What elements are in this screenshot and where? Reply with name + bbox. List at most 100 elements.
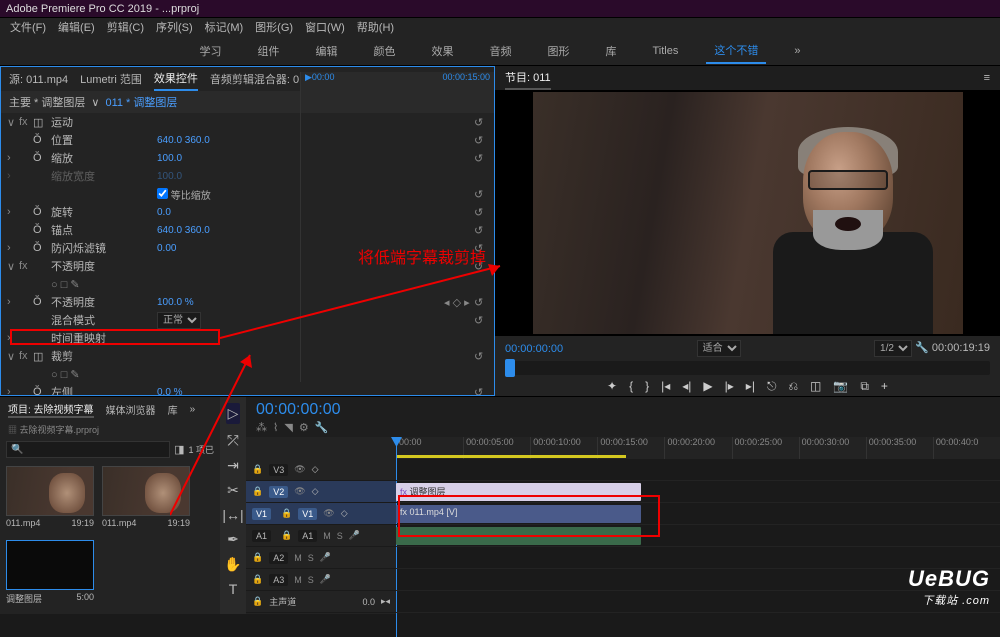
effect-mini-timeline[interactable]: ▶00:0000:00:15:00 xyxy=(300,72,494,382)
sequence-clip-label[interactable]: 011 * 调整图层 xyxy=(105,94,177,110)
tab-program[interactable]: 节目: 011 xyxy=(505,66,551,90)
prop-scale[interactable]: 缩放 xyxy=(47,150,157,166)
ws-audio[interactable]: 音频 xyxy=(482,39,520,63)
prop-crop-left[interactable]: 左侧 xyxy=(47,384,157,395)
track-master[interactable]: 主声道 xyxy=(269,595,296,608)
prop-motion[interactable]: 运动 xyxy=(47,114,157,130)
menu-mark[interactable]: 标记(M) xyxy=(199,19,250,35)
type-tool-icon[interactable]: T xyxy=(229,581,238,597)
track-a2[interactable]: A2 xyxy=(269,552,288,564)
ws-titles[interactable]: Titles xyxy=(645,41,687,61)
blend-mode-select[interactable]: 正常 xyxy=(157,312,201,329)
bin-item[interactable]: 调整图层5:00 xyxy=(6,540,94,609)
voice-icon[interactable]: 🎤 xyxy=(349,530,360,541)
eye-icon[interactable]: 👁 xyxy=(323,508,334,519)
mute-icon[interactable]: M xyxy=(323,531,331,541)
timeline-ruler[interactable]: 00:0000:00:05:0000:00:10:0000:00:15:0000… xyxy=(396,437,1000,459)
source-a1[interactable]: A1 xyxy=(252,530,271,542)
settings-icon[interactable]: 🔧 xyxy=(915,342,929,354)
mute-icon[interactable]: M xyxy=(294,553,302,563)
marker-icon[interactable]: ◥ xyxy=(284,421,292,434)
lock-icon[interactable]: 🔒 xyxy=(252,552,263,563)
razor-tool-icon[interactable]: ✂ xyxy=(227,482,239,499)
settings-icon[interactable]: ⚙ xyxy=(299,421,309,434)
ws-color[interactable]: 颜色 xyxy=(366,39,404,63)
clip-adjustment-layer[interactable]: fx 调整图层 xyxy=(396,483,641,501)
go-in-icon[interactable]: |◂ xyxy=(661,379,670,394)
reset-icon[interactable]: ↺ xyxy=(474,386,488,396)
compare-icon[interactable]: ⧉ xyxy=(860,379,869,394)
lift-icon[interactable]: ⎋ xyxy=(767,379,777,394)
tab-audio-mixer[interactable]: 音频剪辑混合器: 011 xyxy=(210,68,311,90)
step-fwd-icon[interactable]: |▸ xyxy=(725,379,734,394)
meter-icon[interactable]: ▸◂ xyxy=(381,596,390,607)
menu-graphics[interactable]: 图形(G) xyxy=(249,19,299,35)
ws-editing[interactable]: 编辑 xyxy=(308,39,346,63)
menu-help[interactable]: 帮助(H) xyxy=(351,19,400,35)
prop-position[interactable]: 位置 xyxy=(47,132,157,148)
prop-flicker[interactable]: 防闪烁滤镜 xyxy=(47,240,157,256)
prop-crop-group[interactable]: 裁剪 xyxy=(47,348,157,364)
step-back-icon[interactable]: ◂| xyxy=(682,379,691,394)
eye-icon[interactable]: 👁 xyxy=(294,464,305,475)
prop-opacity[interactable]: 不透明度 xyxy=(47,294,157,310)
menu-sequence[interactable]: 序列(S) xyxy=(150,19,199,35)
prop-rotation[interactable]: 旋转 xyxy=(47,204,157,220)
export-frame-icon[interactable]: ◫ xyxy=(810,379,821,394)
track-v1[interactable]: V1 xyxy=(298,508,317,520)
ripple-tool-icon[interactable]: ⇥ xyxy=(227,457,239,474)
ws-overflow-icon[interactable]: » xyxy=(786,41,808,61)
track-v3[interactable]: V3 xyxy=(269,464,288,476)
snap-icon[interactable]: ⁂ xyxy=(256,421,267,434)
track-a1[interactable]: A1 xyxy=(298,530,317,542)
toggle-output-icon[interactable]: ◇ xyxy=(341,508,348,519)
menu-window[interactable]: 窗口(W) xyxy=(299,19,351,35)
lock-icon[interactable]: 🔒 xyxy=(281,508,292,519)
mark-out-icon[interactable]: } xyxy=(645,379,649,394)
resolution-select[interactable]: 1/2 xyxy=(874,340,912,357)
bin-item[interactable]: 011.mp419:19 xyxy=(6,466,94,532)
wrench-icon[interactable]: 🔧 xyxy=(315,421,329,434)
voice-icon[interactable]: 🎤 xyxy=(320,574,331,585)
add-marker-icon[interactable]: ✦ xyxy=(607,379,617,394)
ws-custom[interactable]: 这个不错 xyxy=(706,38,766,64)
prop-blend[interactable]: 混合模式 xyxy=(47,312,157,328)
go-out-icon[interactable]: ▸| xyxy=(746,379,755,394)
selection-tool-icon[interactable]: ▷ xyxy=(226,403,241,424)
val-crop-left[interactable]: 0.0 % xyxy=(157,387,474,396)
uniform-scale-checkbox[interactable] xyxy=(157,188,168,199)
fit-select[interactable]: 适合 xyxy=(697,340,741,357)
program-scrubber[interactable] xyxy=(505,361,990,375)
hand-tool-icon[interactable]: ✋ xyxy=(224,556,241,573)
link-icon[interactable]: ⌇ xyxy=(273,421,278,434)
prop-timeremap[interactable]: 时间重映射 xyxy=(47,330,157,346)
menu-clip[interactable]: 剪辑(C) xyxy=(101,19,150,35)
program-tc-in[interactable]: 00:00:00:00 xyxy=(505,343,563,355)
ws-assembly[interactable]: 组件 xyxy=(250,39,288,63)
panel-overflow-icon[interactable]: » xyxy=(190,404,196,415)
tab-libraries[interactable]: 库 xyxy=(168,402,178,417)
tab-source[interactable]: 源: 011.mp4 xyxy=(9,68,68,90)
menu-file[interactable]: 文件(F) xyxy=(4,19,52,35)
lock-icon[interactable]: 🔒 xyxy=(252,464,263,475)
voice-icon[interactable]: 🎤 xyxy=(320,552,331,563)
solo-icon[interactable]: S xyxy=(337,531,343,541)
lock-icon[interactable]: 🔒 xyxy=(252,574,263,585)
lock-icon[interactable]: 🔒 xyxy=(252,596,263,607)
tab-media-browser[interactable]: 媒体浏览器 xyxy=(106,402,156,417)
tab-effect-controls[interactable]: 效果控件 xyxy=(154,67,198,91)
slip-tool-icon[interactable]: |↔| xyxy=(222,507,243,523)
ws-effects[interactable]: 效果 xyxy=(424,39,462,63)
solo-icon[interactable]: S xyxy=(308,575,314,585)
ws-libraries[interactable]: 库 xyxy=(598,39,625,63)
track-a3[interactable]: A3 xyxy=(269,574,288,586)
solo-icon[interactable]: S xyxy=(308,553,314,563)
prop-anchor[interactable]: 锚点 xyxy=(47,222,157,238)
button-editor-icon[interactable]: + xyxy=(881,379,888,394)
scrubber-playhead[interactable] xyxy=(505,359,515,377)
project-search-input[interactable] xyxy=(6,441,170,458)
prop-opacity-group[interactable]: 不透明度 xyxy=(47,258,157,274)
bin-item[interactable]: 011.mp419:19 xyxy=(102,466,190,532)
play-icon[interactable]: ▶ xyxy=(703,379,712,394)
track-select-tool-icon[interactable]: ⤱ xyxy=(227,432,238,449)
